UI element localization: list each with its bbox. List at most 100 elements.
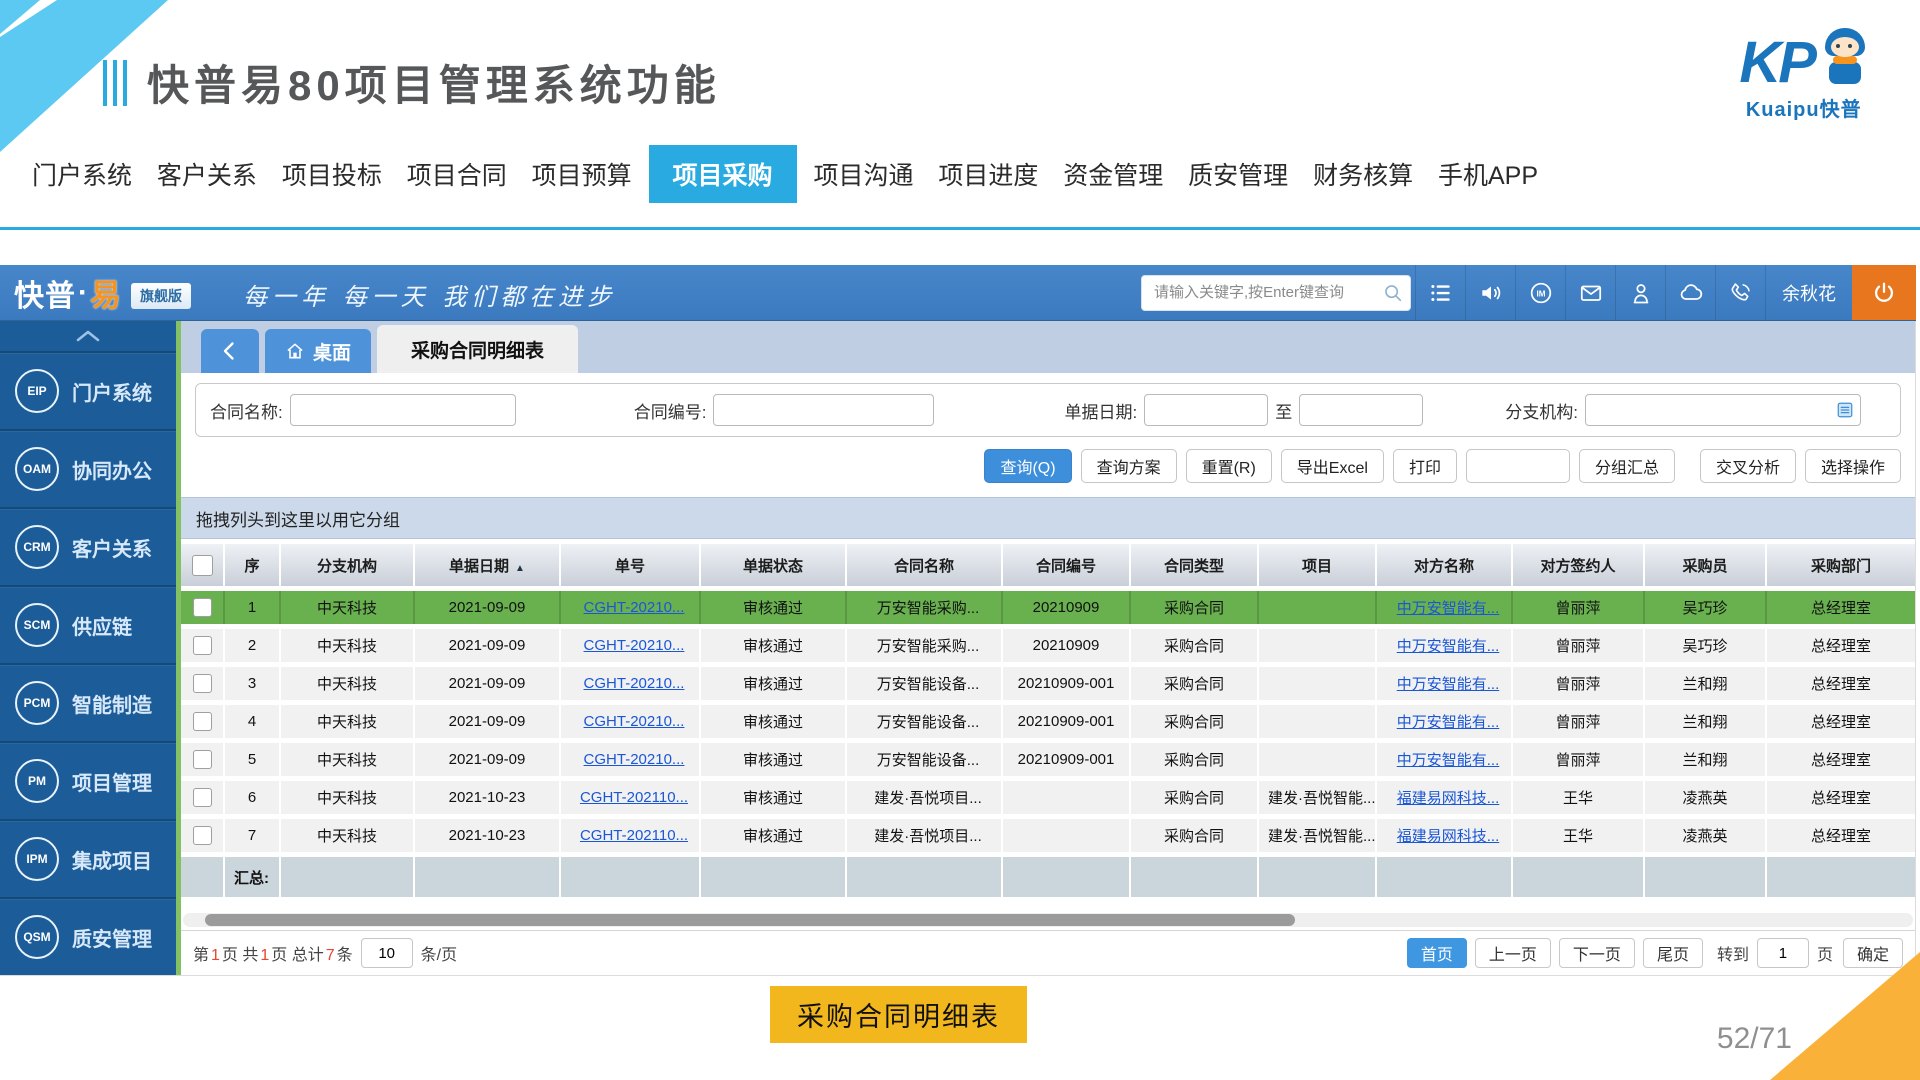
nav-tab[interactable]: 项目投标: [274, 147, 390, 201]
doc-no-link[interactable]: CGHT-20210...: [584, 751, 685, 768]
query-button[interactable]: 查询(Q): [984, 449, 1071, 483]
table-row[interactable]: 3中天科技2021-09-09CGHT-20210...审核通过万安智能设备..…: [181, 667, 1915, 700]
search-input[interactable]: [1152, 283, 1382, 302]
group-summary-button[interactable]: 分组汇总: [1579, 449, 1675, 483]
column-header[interactable]: 单据日期▲: [415, 544, 561, 586]
row-checkbox[interactable]: [193, 826, 212, 845]
blank-button[interactable]: [1466, 449, 1570, 483]
sidebar-item-ipm[interactable]: IPM集成项目: [0, 819, 176, 897]
column-header[interactable]: 序: [225, 544, 281, 586]
current-user-label[interactable]: 余秋花: [1765, 265, 1852, 320]
counterparty-link[interactable]: 中万安智能有...: [1397, 638, 1500, 655]
counterparty-link[interactable]: 中万安智能有...: [1397, 676, 1500, 693]
cross-analysis-button[interactable]: 交叉分析: [1700, 449, 1796, 483]
date-from-input[interactable]: [1144, 394, 1268, 426]
column-header[interactable]: 采购员: [1645, 544, 1767, 586]
first-page-button[interactable]: 首页: [1407, 938, 1467, 968]
column-header[interactable]: 分支机构: [281, 544, 415, 586]
select-operation-button[interactable]: 选择操作: [1805, 449, 1901, 483]
doc-no-link[interactable]: CGHT-20210...: [584, 599, 685, 616]
back-button[interactable]: [201, 329, 259, 373]
sidebar-item-pcm[interactable]: PCM智能制造: [0, 663, 176, 741]
row-checkbox[interactable]: [193, 598, 212, 617]
row-checkbox[interactable]: [193, 712, 212, 731]
row-checkbox[interactable]: [193, 636, 212, 655]
goto-confirm-button[interactable]: 确定: [1843, 938, 1903, 968]
contract-no-input[interactable]: [713, 394, 934, 426]
query-plan-button[interactable]: 查询方案: [1081, 449, 1177, 483]
row-checkbox[interactable]: [193, 674, 212, 693]
nav-tab[interactable]: 项目预算: [524, 147, 640, 201]
column-header[interactable]: 单号: [561, 544, 701, 586]
branch-picker-icon[interactable]: [1836, 401, 1854, 419]
sidebar-item-eip[interactable]: EIP门户系统: [0, 351, 176, 429]
nav-tab[interactable]: 项目采购: [649, 145, 797, 203]
doc-no-link[interactable]: CGHT-202110...: [580, 789, 688, 806]
counterparty-link[interactable]: 中万安智能有...: [1397, 714, 1500, 731]
logout-power-button[interactable]: [1852, 265, 1916, 320]
sidebar-item-oam[interactable]: OAM协同办公: [0, 429, 176, 507]
column-header[interactable]: 合同编号: [1003, 544, 1131, 586]
nav-tab[interactable]: 项目进度: [930, 147, 1046, 201]
row-checkbox[interactable]: [193, 788, 212, 807]
nav-tab[interactable]: 项目沟通: [805, 147, 921, 201]
tab-desktop[interactable]: 桌面: [265, 329, 371, 373]
table-row[interactable]: 6中天科技2021-10-23CGHT-202110...审核通过建发·吾悦项目…: [181, 781, 1915, 814]
column-header[interactable]: 对方名称: [1377, 544, 1513, 586]
column-header[interactable]: 采购部门: [1767, 544, 1915, 586]
counterparty-link[interactable]: 中万安智能有...: [1397, 752, 1500, 769]
column-header[interactable]: 项目: [1259, 544, 1377, 586]
print-button[interactable]: 打印: [1393, 449, 1457, 483]
column-header[interactable]: 合同名称: [847, 544, 1003, 586]
table-row[interactable]: 1中天科技2021-09-09CGHT-20210...审核通过万安智能采购..…: [181, 591, 1915, 624]
nav-tab[interactable]: 质安管理: [1180, 147, 1296, 201]
phone-icon[interactable]: [1715, 265, 1765, 320]
horizontal-scrollbar[interactable]: [183, 913, 1913, 927]
branch-input[interactable]: [1585, 394, 1861, 426]
user-icon[interactable]: [1615, 265, 1665, 320]
row-checkbox[interactable]: [193, 750, 212, 769]
counterparty-link[interactable]: 福建易网科技...: [1397, 790, 1500, 807]
nav-tab[interactable]: 客户关系: [149, 147, 265, 201]
table-row[interactable]: 7中天科技2021-10-23CGHT-202110...审核通过建发·吾悦项目…: [181, 819, 1915, 852]
column-header[interactable]: 对方签约人: [1513, 544, 1645, 586]
column-header[interactable]: 合同类型: [1131, 544, 1259, 586]
goto-page-input[interactable]: [1757, 938, 1809, 968]
counterparty-link[interactable]: 福建易网科技...: [1397, 828, 1500, 845]
nav-tab[interactable]: 门户系统: [24, 147, 140, 201]
cloud-icon[interactable]: [1665, 265, 1715, 320]
nav-tab[interactable]: 项目合同: [399, 147, 515, 201]
sidebar-item-scm[interactable]: SCM供应链: [0, 585, 176, 663]
header-checkbox[interactable]: [192, 555, 213, 576]
im-icon[interactable]: IM: [1515, 265, 1565, 320]
nav-tab[interactable]: 资金管理: [1055, 147, 1171, 201]
nav-tab[interactable]: 财务核算: [1305, 147, 1421, 201]
table-row[interactable]: 5中天科技2021-09-09CGHT-20210...审核通过万安智能设备..…: [181, 743, 1915, 776]
doc-no-link[interactable]: CGHT-20210...: [584, 637, 685, 654]
doc-no-link[interactable]: CGHT-202110...: [580, 827, 688, 844]
tab-purchase-contract-detail[interactable]: 采购合同明细表: [377, 325, 578, 373]
sidebar-collapse-button[interactable]: [0, 321, 176, 351]
contract-name-input[interactable]: [290, 394, 516, 426]
groupby-dropzone[interactable]: 拖拽列头到这里以用它分组: [181, 497, 1915, 539]
export-excel-button[interactable]: 导出Excel: [1281, 449, 1384, 483]
doc-no-link[interactable]: CGHT-20210...: [584, 675, 685, 692]
prev-page-button[interactable]: 上一页: [1475, 938, 1551, 968]
date-to-input[interactable]: [1299, 394, 1423, 426]
page-size-input[interactable]: [361, 938, 413, 968]
sidebar-item-qsm[interactable]: QSM质安管理: [0, 897, 176, 975]
column-header[interactable]: 单据状态: [701, 544, 847, 586]
mail-icon[interactable]: [1565, 265, 1615, 320]
doc-no-link[interactable]: CGHT-20210...: [584, 713, 685, 730]
list-icon[interactable]: [1415, 265, 1465, 320]
nav-tab[interactable]: 手机APP: [1430, 147, 1546, 201]
counterparty-link[interactable]: 中万安智能有...: [1397, 600, 1500, 617]
search-icon[interactable]: [1382, 282, 1404, 304]
reset-button[interactable]: 重置(R): [1186, 449, 1272, 483]
sidebar-item-pm[interactable]: PM项目管理: [0, 741, 176, 819]
last-page-button[interactable]: 尾页: [1643, 938, 1703, 968]
scrollbar-thumb[interactable]: [205, 914, 1295, 926]
next-page-button[interactable]: 下一页: [1559, 938, 1635, 968]
speaker-icon[interactable]: [1465, 265, 1515, 320]
table-row[interactable]: 2中天科技2021-09-09CGHT-20210...审核通过万安智能采购..…: [181, 629, 1915, 662]
